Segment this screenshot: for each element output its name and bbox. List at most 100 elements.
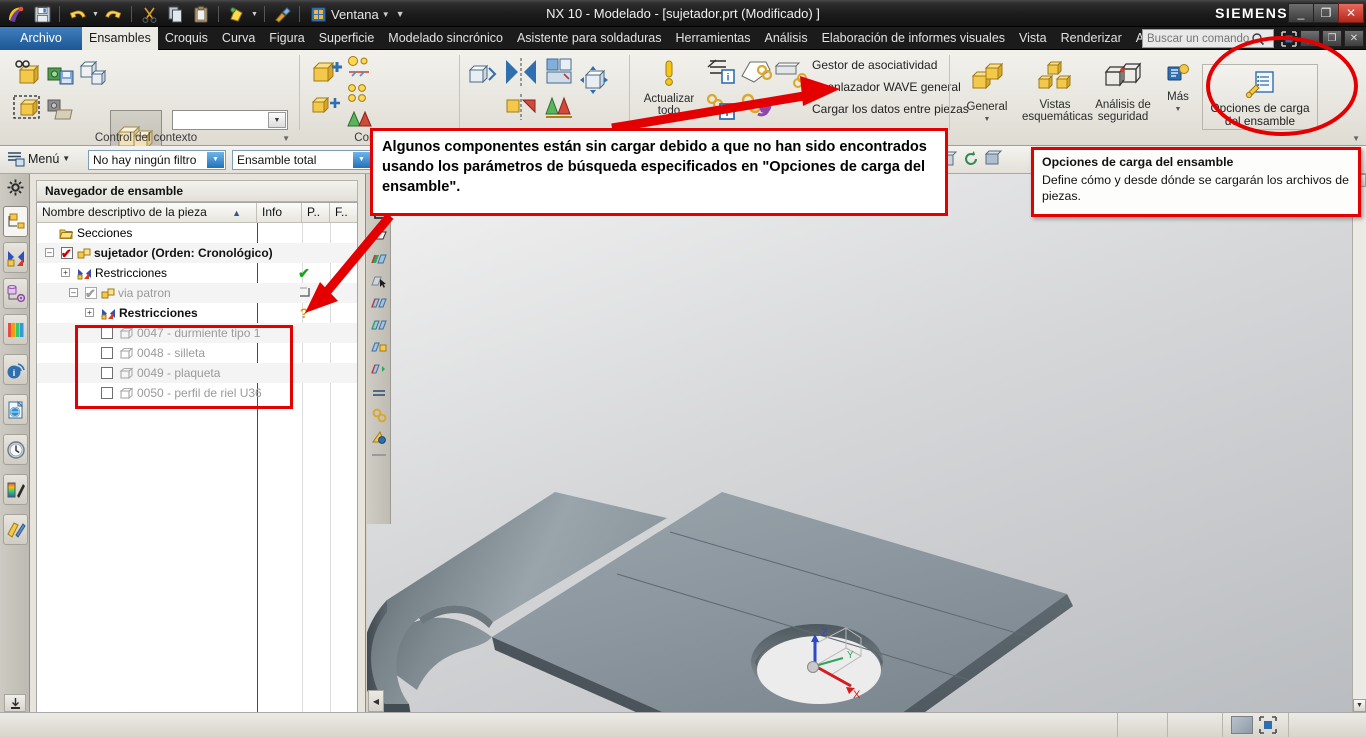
tab-superficie[interactable]: Superficie [312, 27, 382, 50]
constraint-navigator-icon[interactable] [3, 242, 28, 273]
dock-bottom-icon[interactable] [4, 694, 26, 712]
tab-modelado-sincronico[interactable]: Modelado sincrónico [381, 27, 510, 50]
wave-geometry-linker-icon[interactable] [740, 56, 773, 89]
fit-view-icon[interactable] [1257, 715, 1279, 735]
ribbon-group-expand-general[interactable]: ▼ [1352, 134, 1360, 143]
snapshot-dropdown-icon[interactable]: ▼ [250, 2, 259, 26]
array-component-icon[interactable] [346, 82, 372, 111]
explode-assembly-icon[interactable] [78, 58, 108, 91]
search-input[interactable] [1143, 30, 1251, 47]
scroll-down-button[interactable]: ▼ [1353, 699, 1366, 712]
pattern-component-icon[interactable] [310, 94, 344, 125]
analisis-seguridad-button[interactable]: Análisis de seguridad [1090, 60, 1156, 123]
ribbon-group-expand-contexto[interactable]: ▼ [282, 134, 290, 143]
qat-overflow-icon[interactable]: ▼ [396, 9, 405, 19]
constraint-component-icon[interactable] [346, 108, 372, 133]
table-row[interactable]: Secciones [37, 223, 357, 243]
cut-icon[interactable] [137, 2, 161, 26]
undo-dropdown-icon[interactable]: ▼ [91, 2, 100, 26]
gestor-asociatividad-item[interactable]: Gestor de asociatividad [812, 58, 937, 72]
find-component-icon[interactable] [12, 58, 42, 91]
render-style-icon[interactable] [1231, 716, 1253, 734]
refresh-view-icon[interactable] [962, 150, 980, 171]
doc-close-button[interactable]: ✕ [1344, 30, 1364, 47]
mirror-icon[interactable] [504, 56, 538, 91]
scope-combo[interactable]: Ensamble total ▼ [232, 150, 372, 170]
minimize-button[interactable]: _ [1288, 3, 1314, 23]
tab-curva[interactable]: Curva [215, 27, 262, 50]
assembly-tree[interactable]: Nombre descriptivo de la pieza ▲ Info P.… [36, 202, 358, 737]
context-combo[interactable]: ▼ [172, 110, 288, 130]
reenlazador-wave-item[interactable]: Reenlazador WAVE general [812, 80, 961, 94]
add-component-icon[interactable] [310, 56, 344, 91]
paste-icon[interactable] [189, 2, 213, 26]
window-menu-caret-icon[interactable]: ▼ [382, 10, 390, 19]
vistas-esquematicas-button[interactable]: Vistas esquemáticas [1022, 60, 1093, 123]
paint-brush-icon[interactable] [270, 2, 294, 26]
replace-face-icon[interactable] [370, 338, 388, 356]
column-f[interactable]: F.. [330, 203, 357, 222]
expander-minus-icon[interactable]: – [69, 288, 78, 297]
filter-combo-arrow-icon[interactable]: ▼ [207, 152, 224, 168]
scope-combo-arrow-icon[interactable]: ▼ [353, 152, 370, 168]
history-icon[interactable] [3, 434, 28, 465]
tab-herramientas[interactable]: Herramientas [668, 27, 757, 50]
collapse-navigator-button[interactable]: ◀ [368, 690, 384, 712]
copy-icon[interactable] [163, 2, 187, 26]
row-checkbox[interactable] [85, 284, 97, 304]
column-p[interactable]: P.. [302, 203, 330, 222]
general-button[interactable]: General ▼ [954, 60, 1020, 126]
open-context-icon[interactable] [46, 92, 76, 125]
filter-combo[interactable]: No hay ningún filtro ▼ [88, 150, 226, 170]
reposition-icon[interactable] [578, 64, 610, 99]
interpart-data-icon[interactable] [774, 62, 808, 91]
pattern-face-icon[interactable] [370, 250, 388, 268]
mirror-assembly-icon[interactable] [346, 54, 372, 83]
close-button[interactable]: ✕ [1338, 3, 1364, 23]
resource-bar-options-icon[interactable] [6, 178, 25, 197]
arrange-icon[interactable] [544, 56, 574, 89]
tab-renderizar[interactable]: Renderizar [1054, 27, 1129, 50]
table-row[interactable]: – sujetador (Orden: Cronológico) [37, 243, 357, 264]
wave-relink-icon[interactable] [740, 92, 772, 123]
select-face-ic on[interactable] [370, 272, 388, 290]
linear-dimension-icon[interactable] [370, 406, 388, 424]
table-row[interactable]: + Restricciones ? [37, 303, 357, 323]
interference-icon[interactable] [544, 92, 574, 123]
table-row[interactable]: – via patron [37, 283, 357, 304]
menu-button[interactable]: Menú ▼ [6, 150, 70, 167]
system-materials-icon[interactable] [3, 474, 28, 505]
window-menu[interactable]: Ventana ▼ ▼ [309, 5, 405, 24]
view-style-icon[interactable] [984, 150, 1003, 171]
tab-analisis[interactable]: Análisis [758, 27, 815, 50]
row-checkbox[interactable] [61, 244, 73, 264]
expander-minus-icon[interactable]: – [45, 248, 54, 257]
angular-dimension-icon[interactable] [370, 428, 388, 446]
expander-plus-icon[interactable]: + [61, 268, 70, 277]
redo-icon[interactable] [102, 2, 126, 26]
tab-vista[interactable]: Vista [1012, 27, 1054, 50]
tab-croquis[interactable]: Croquis [158, 27, 215, 50]
maximize-button[interactable]: ❐ [1313, 3, 1339, 23]
roles-icon[interactable] [3, 514, 28, 545]
tab-archivo[interactable]: Archivo [0, 27, 82, 50]
wave-info-icon[interactable]: i [706, 92, 738, 125]
expander-plus-icon[interactable]: + [85, 308, 94, 317]
tree-body[interactable]: Secciones – sujetador (Orden: Cronológic… [37, 223, 357, 737]
internet-explorer-icon[interactable] [3, 394, 28, 425]
offset-face-icon[interactable] [370, 294, 388, 312]
graphics-vertical-scrollbar[interactable]: ▲ ▼ [1352, 174, 1366, 712]
menu-caret-icon[interactable]: ▼ [62, 154, 70, 163]
make-parallel-icon[interactable] [370, 384, 388, 402]
assembly-navigator-icon[interactable] [3, 206, 28, 237]
reuse-library-icon[interactable] [3, 314, 28, 345]
column-info[interactable]: Info [257, 203, 302, 222]
part-navigator-icon[interactable] [3, 278, 28, 309]
graphics-viewport[interactable]: Z X Y [367, 174, 1366, 712]
context-combo-arrow-icon[interactable]: ▼ [268, 112, 286, 128]
assoc-info-icon[interactable]: i [706, 56, 738, 89]
nx-logo-icon[interactable] [4, 2, 28, 26]
table-row[interactable]: + Restricciones ✔ [37, 263, 357, 283]
save-icon[interactable] [30, 2, 54, 26]
update-all-button[interactable]: Actualizar todo [634, 58, 704, 117]
